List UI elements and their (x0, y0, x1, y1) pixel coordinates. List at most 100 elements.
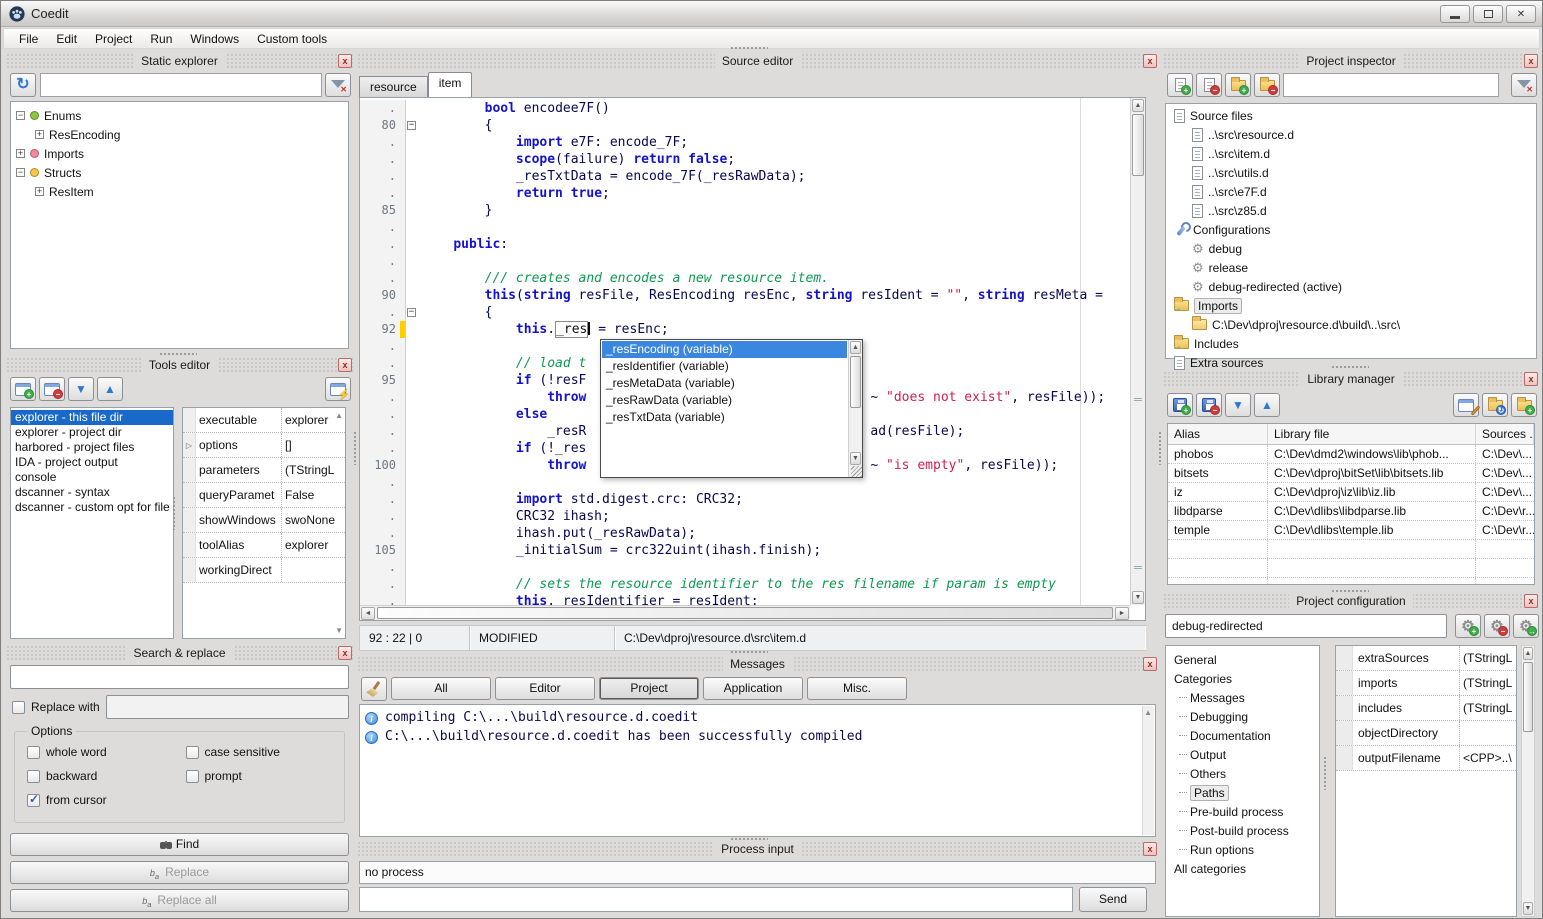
code-line[interactable]: . public: (360, 236, 1130, 253)
tool-list-item[interactable]: dscanner - custom opt for file (11, 500, 173, 515)
property-value[interactable]: (TStringL (1459, 696, 1516, 720)
menu-item-project[interactable]: Project (86, 30, 141, 48)
property-row[interactable]: imports(TStringL (1336, 671, 1516, 696)
tool-list-item[interactable]: explorer - project dir (11, 425, 173, 440)
scroll-up-icon[interactable]: ▲ (1132, 99, 1144, 112)
scroll-down-icon[interactable]: ▼ (1132, 591, 1144, 604)
code-line[interactable]: 85 } (360, 202, 1130, 219)
messages-tab-editor[interactable]: Editor (495, 677, 595, 700)
completion-item[interactable]: _resMetaData (variable) (602, 375, 847, 392)
table-row[interactable]: templeC:\Dev\dlibs\temple.libC:\Dev\r... (1168, 521, 1534, 540)
scroll-right-icon[interactable]: ► (1115, 607, 1129, 620)
splitter-grip[interactable] (730, 837, 768, 842)
category-item[interactable]: Others (1166, 764, 1319, 783)
window-edit-button[interactable] (1453, 393, 1479, 417)
broom-button[interactable] (361, 677, 387, 701)
tool-list-item[interactable]: harbored - project files (11, 440, 173, 455)
refresh-button[interactable]: ↻ (10, 73, 36, 97)
fold-collapse-icon[interactable]: − (407, 308, 416, 317)
process-input-field[interactable] (359, 887, 1073, 912)
category-item[interactable]: Output (1166, 745, 1319, 764)
tool-list-item[interactable]: console (11, 470, 173, 485)
splitter-grip[interactable] (1331, 589, 1369, 594)
property-value[interactable]: <CPP>..\ (1459, 746, 1516, 770)
gear-clone-button[interactable]: ⚙→ (1513, 614, 1539, 638)
log-scrollbar[interactable]: ▲ (1142, 706, 1154, 835)
menu-item-edit[interactable]: Edit (47, 30, 86, 48)
code-line[interactable]: 92 this._res = resEnc; (360, 321, 1130, 338)
scrollbar-thumb[interactable] (377, 607, 1113, 619)
search-replace-close-icon[interactable]: x (338, 646, 352, 660)
arrow-up-button[interactable]: ▲ (1254, 393, 1280, 417)
property-value[interactable]: [] (281, 433, 345, 457)
project-inspector-close-icon[interactable]: x (1524, 54, 1538, 68)
property-row[interactable]: workingDirect (183, 558, 345, 583)
doc-add-button[interactable]: + (1167, 73, 1193, 97)
category-item[interactable]: General (1166, 650, 1319, 669)
tool-list-item[interactable]: dscanner - syntax (11, 485, 173, 500)
splitter-grip[interactable] (1323, 756, 1328, 790)
property-row[interactable]: toolAliasexplorer (183, 533, 345, 558)
scrollbar-thumb[interactable] (1523, 662, 1533, 732)
resize-grip-icon[interactable] (851, 466, 862, 477)
scroll-up-icon[interactable]: ▲ (335, 411, 343, 420)
expand-icon[interactable]: + (16, 149, 25, 158)
tree-item[interactable]: ..\src\utils.d (1166, 163, 1536, 182)
category-item[interactable]: Debugging (1166, 707, 1319, 726)
symbol-filter-input[interactable] (40, 73, 322, 97)
process-input-close-icon[interactable]: x (1143, 842, 1157, 856)
maximize-button[interactable] (1473, 5, 1503, 23)
search-term-combobox[interactable] (10, 665, 349, 689)
arrow-up-button[interactable]: ▲ (97, 377, 123, 401)
splitter-grip[interactable] (1158, 431, 1163, 465)
replace-all-button[interactable]: baReplace all (10, 889, 349, 912)
log-entry[interactable]: iC:\...\build\resource.d.coedit has been… (360, 727, 1155, 746)
property-value[interactable]: False (281, 483, 345, 507)
splitter-grip[interactable] (730, 46, 768, 51)
property-row[interactable]: ▷options[] (183, 433, 345, 458)
completion-item[interactable]: _resEncoding (variable) (602, 341, 847, 358)
property-row[interactable]: parameters(TStringL (183, 458, 345, 483)
property-row[interactable]: outputFilename<CPP>..\ (1336, 746, 1516, 771)
code-line[interactable]: . (360, 219, 1130, 236)
close-button[interactable]: ✕ (1506, 5, 1536, 23)
replace-with-checkbox[interactable]: Replace with (12, 695, 100, 719)
category-item[interactable]: Run options (1166, 840, 1319, 859)
library-table-header[interactable]: Alias Library file Sources ... (1168, 424, 1534, 445)
code-line[interactable]: .− { (360, 304, 1130, 321)
code-line[interactable]: . (360, 559, 1130, 576)
scrollbar-thumb[interactable] (1132, 114, 1144, 176)
gear-remove-button[interactable]: ⚙− (1484, 614, 1510, 638)
arrow-down-button[interactable]: ▼ (1225, 393, 1251, 417)
static-explorer-close-icon[interactable]: x (338, 54, 352, 68)
disk-add-button[interactable]: + (1167, 393, 1193, 417)
source-editor-close-icon[interactable]: x (1143, 54, 1157, 68)
splitter-grip[interactable] (353, 431, 358, 465)
arrow-down-button[interactable]: ▼ (68, 377, 94, 401)
code-line[interactable]: 105 _initialSum = crc322uint(ihash.finis… (360, 542, 1130, 559)
property-row[interactable]: showWindowsswoNone (183, 508, 345, 533)
menu-item-custom-tools[interactable]: Custom tools (248, 30, 336, 48)
property-row[interactable]: includes(TStringL (1336, 696, 1516, 721)
tree-item[interactable]: +ResEncoding (11, 125, 348, 144)
window-remove-button[interactable]: − (39, 377, 65, 401)
property-value[interactable] (281, 558, 345, 582)
tool-list-item[interactable]: explorer - this file dir (11, 410, 173, 425)
category-item[interactable]: Paths (1166, 783, 1319, 802)
category-item[interactable]: Documentation (1166, 726, 1319, 745)
folder-view-button[interactable]: ↻ (1482, 393, 1508, 417)
category-item[interactable]: All categories (1166, 859, 1319, 878)
option-checkbox[interactable]: case sensitive (186, 740, 345, 764)
configuration-combobox[interactable]: debug-redirected (1165, 614, 1447, 638)
find-button[interactable]: Find (10, 833, 349, 856)
scroll-up-icon[interactable]: ▲ (1144, 708, 1152, 717)
collapse-icon[interactable]: − (16, 168, 25, 177)
folder-remove-button[interactable]: − (1254, 73, 1280, 97)
category-item[interactable]: Categories (1166, 669, 1319, 688)
category-item[interactable]: Pre-build process (1166, 802, 1319, 821)
scroll-down-icon[interactable]: ▼ (850, 452, 861, 465)
tree-item[interactable]: ..\src\resource.d (1166, 125, 1536, 144)
code-line[interactable]: . (360, 253, 1130, 270)
option-checkbox[interactable]: whole word (27, 740, 186, 764)
send-button[interactable]: Send (1079, 887, 1147, 912)
